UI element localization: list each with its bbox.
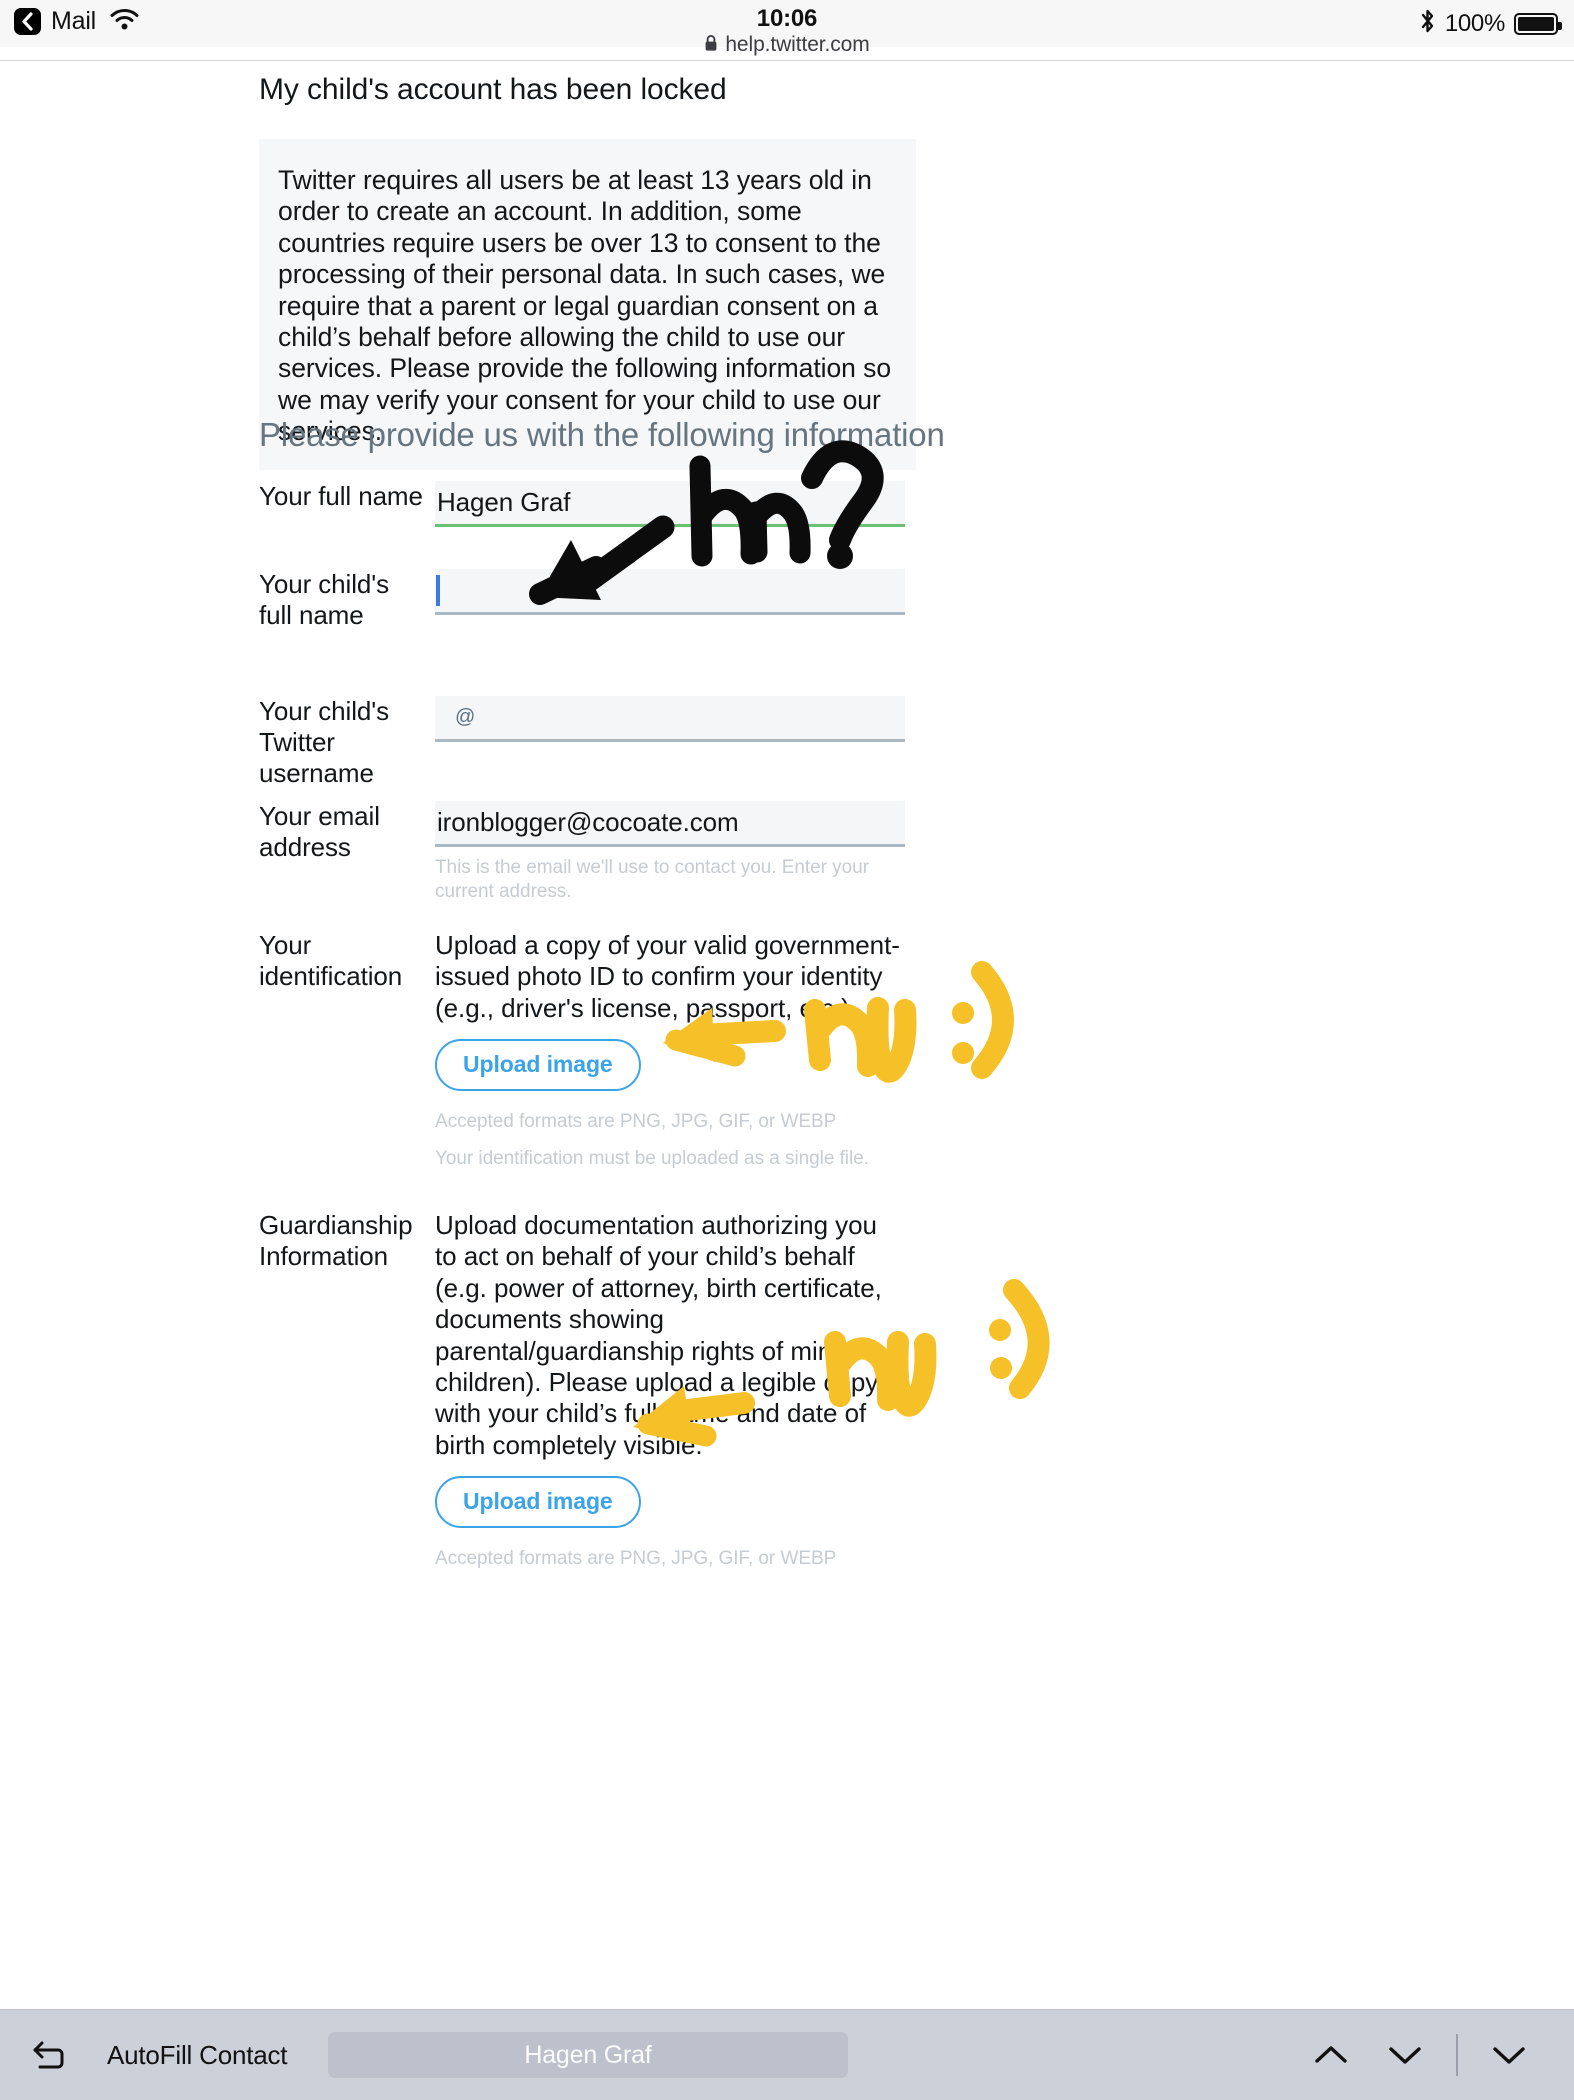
input-email-underline — [435, 844, 905, 847]
label-full-name: Your full name — [259, 481, 423, 511]
autofill-toolbar: AutoFill Contact Hagen Graf — [0, 2009, 1574, 2100]
identification-description: Upload a copy of your valid government-i… — [435, 930, 900, 1023]
input-child-username[interactable]: @ — [435, 696, 905, 739]
label-identification: Your identification — [259, 930, 403, 991]
field-guardianship: Upload documentation authorizing you to … — [435, 1210, 905, 1571]
dismiss-keyboard-chevron-down-icon[interactable] — [1472, 2025, 1546, 2085]
web-content: My child's account has been locked Twitt… — [0, 61, 1574, 2009]
label-child-username: Your child's Twitter username — [259, 696, 389, 788]
autofill-label[interactable]: AutoFill Contact — [107, 2040, 288, 2071]
page-title: My child's account has been locked — [259, 73, 727, 106]
chevron-up-icon[interactable] — [1294, 2025, 1368, 2085]
input-child-full-name-underline — [435, 612, 905, 615]
input-child-full-name[interactable] — [435, 569, 905, 612]
field-email[interactable]: ironblogger@cocoate.com This is the emai… — [435, 801, 905, 904]
toolbar-separator — [1456, 2034, 1458, 2076]
text-cursor — [436, 575, 440, 606]
ipad-safari-screen: Mail 10:06 100% help.twitter.com My chil… — [0, 0, 1574, 2100]
guardianship-description: Upload documentation authorizing you to … — [435, 1210, 882, 1460]
email-hint: This is the email we'll use to contact y… — [435, 857, 869, 902]
label-guardianship: Guardianship Information — [259, 1210, 413, 1271]
input-full-name-value: Hagen Graf — [437, 487, 571, 517]
field-full-name[interactable]: Hagen Graf — [435, 481, 905, 527]
label-email: Your email address — [259, 801, 380, 862]
field-child-full-name[interactable] — [435, 569, 905, 615]
upload-guardianship-button[interactable]: Upload image — [435, 1476, 641, 1529]
guardianship-hint-formats: Accepted formats are PNG, JPG, GIF, or W… — [435, 1548, 837, 1570]
field-identification: Upload a copy of your valid government-i… — [435, 930, 905, 1171]
address-bar[interactable]: help.twitter.com — [0, 28, 1574, 62]
section-heading: Please provide us with the following inf… — [259, 416, 945, 453]
field-child-username[interactable]: @ — [435, 696, 905, 742]
lock-icon — [704, 34, 718, 57]
url-text[interactable]: help.twitter.com — [725, 33, 869, 57]
chevron-down-icon[interactable] — [1368, 2025, 1442, 2085]
input-email-value: ironblogger@cocoate.com — [437, 807, 739, 837]
input-full-name-underline — [435, 524, 905, 527]
input-child-username-underline — [435, 739, 905, 742]
input-email[interactable]: ironblogger@cocoate.com — [435, 801, 905, 844]
autofill-nav-group — [1294, 2025, 1546, 2085]
autofill-suggestion-text: Hagen Graf — [524, 2040, 652, 2069]
notice-text: Twitter requires all users be at least 1… — [278, 165, 892, 447]
autofill-icon[interactable] — [28, 2033, 72, 2077]
label-child-full-name: Your child's full name — [259, 569, 389, 630]
autofill-suggestion-chip[interactable]: Hagen Graf — [328, 2032, 848, 2078]
input-full-name[interactable]: Hagen Graf — [435, 481, 905, 524]
username-prefix: @ — [455, 706, 476, 728]
identification-hint-formats: Accepted formats are PNG, JPG, GIF, or W… — [435, 1111, 837, 1133]
upload-identification-button[interactable]: Upload image — [435, 1039, 641, 1092]
identification-hint-single-file: Your identification must be uploaded as … — [435, 1148, 869, 1170]
